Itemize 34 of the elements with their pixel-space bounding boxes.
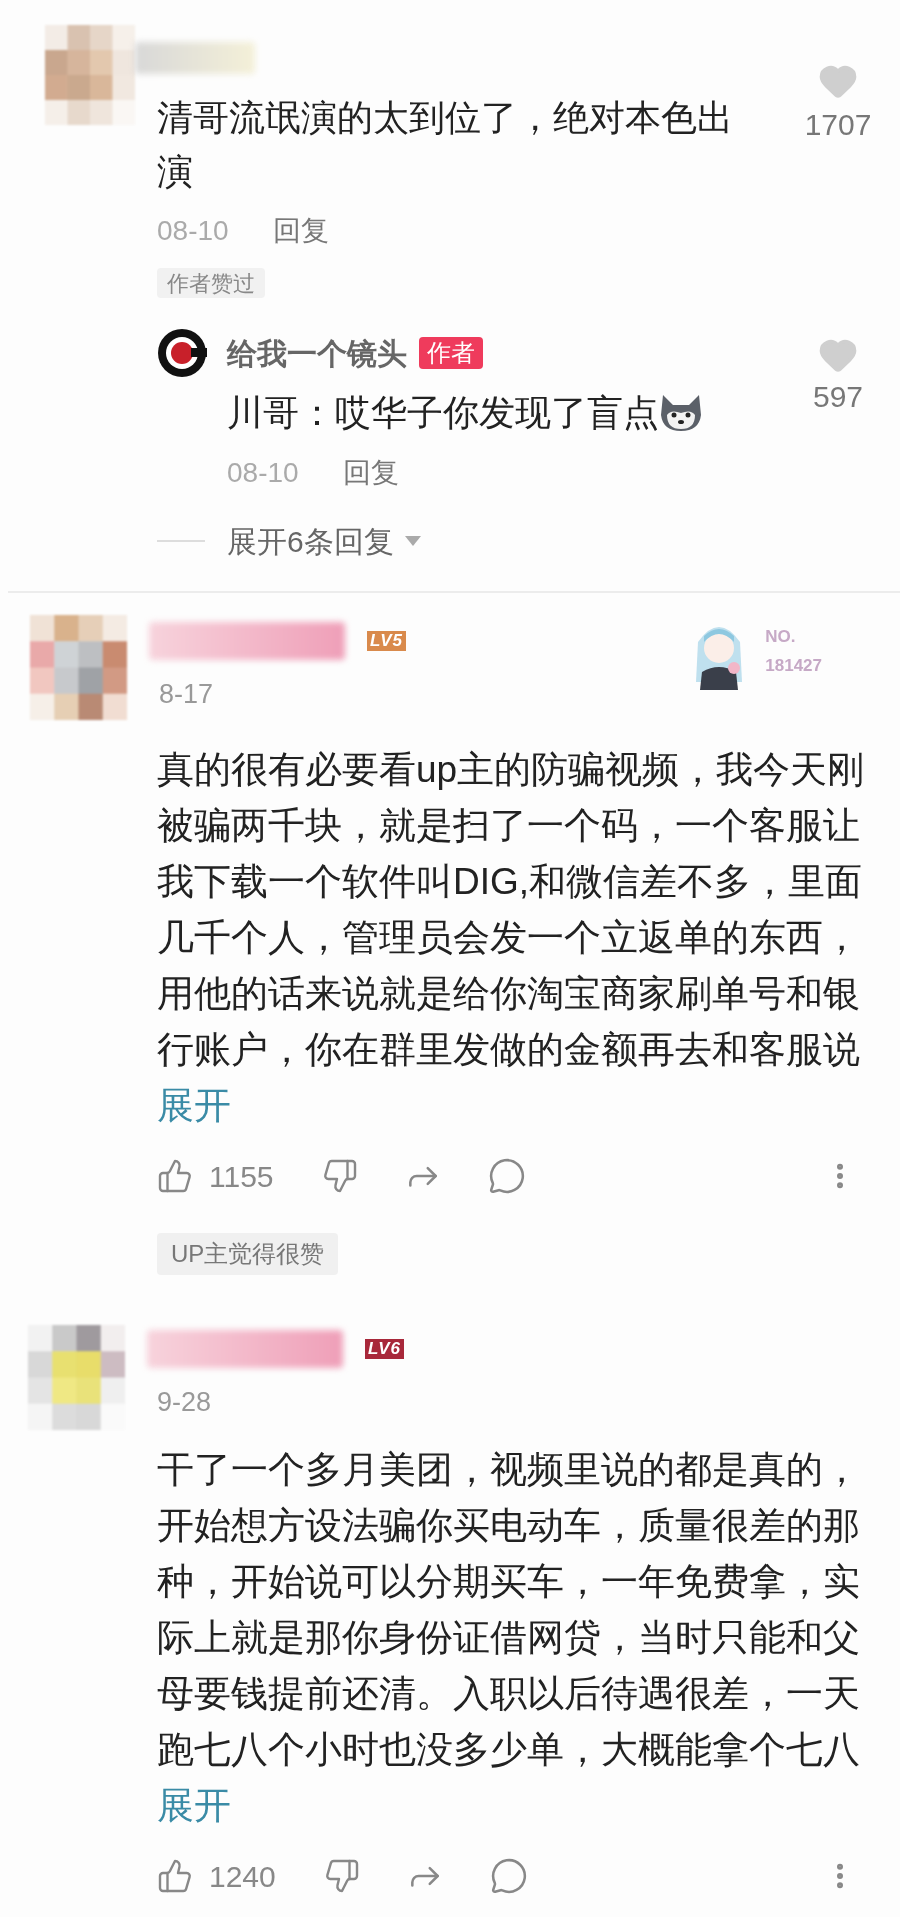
- thumbs-up-icon[interactable]: [157, 1858, 193, 1894]
- fan-badge-label: NO.: [765, 625, 797, 648]
- like-count: 1707: [804, 107, 872, 143]
- comment-icon[interactable]: [487, 1157, 526, 1195]
- caret-down-icon: [403, 535, 422, 547]
- comment-text: 清哥流氓演的太到位了，绝对本色出演: [157, 96, 734, 194]
- like-count: 597: [812, 379, 864, 415]
- like-count: 1155: [209, 1158, 274, 1195]
- dog-emoji-icon: [659, 393, 703, 433]
- fan-badge-number: 181427: [765, 655, 822, 677]
- level-badge: LV6: [365, 1339, 404, 1359]
- expand-link[interactable]: 展开: [157, 1078, 231, 1134]
- author-name[interactable]: 给我一个镜头: [227, 330, 407, 376]
- reply-text: 川哥：哎华子你发现了盲点: [227, 391, 659, 435]
- author-liked-tag: 作者赞过: [157, 268, 265, 298]
- comment-date: 8-17: [159, 678, 214, 711]
- comment-text: 真的很有必要看up主的防骗视频，我今天刚被骗两千块，就是扫了一个码，一个客服让我下载一个软件叫DIG,和微信差不多，里面几千个人，管理员会发一个立返单的东西，用他的话来说就是给你淘宝商家刷单号和银行账户，你在群里发做的金额再去和客服说: [157, 748, 866, 1072]
- comment-date: 9-28: [157, 1386, 212, 1419]
- reply-date: 08-10: [227, 456, 299, 490]
- avatar-icon: [157, 328, 207, 378]
- thumbs-up-icon[interactable]: [157, 1158, 193, 1194]
- level-badge: LV5: [367, 631, 406, 651]
- thumbs-down-icon[interactable]: [323, 1858, 360, 1894]
- up-liked-tag: UP主觉得很赞: [157, 1233, 339, 1275]
- comment-text: 干了一个多月美团，视频里说的都是真的，开始想方设法骗你买电动车，质量很差的那种，开始说可以分期买车，一年免费拿，实际上就是那你身份证借网贷，当时只能和父母要钱提前还清。入职以后待遇很差，一天跑七八个小时也没多少单，大概能拿个七八: [157, 1448, 861, 1772]
- like-count: 1240: [209, 1858, 276, 1895]
- reply-link[interactable]: 回复: [342, 452, 399, 494]
- author-tag: 作者: [419, 337, 483, 369]
- reply-link[interactable]: 回复: [272, 210, 329, 252]
- comment-icon[interactable]: [489, 1857, 528, 1895]
- expand-link[interactable]: 展开: [157, 1778, 231, 1834]
- comment-date: 08-10: [157, 214, 229, 248]
- expand-replies-link[interactable]: 展开6条回复: [227, 518, 394, 564]
- thumbs-down-icon[interactable]: [321, 1158, 358, 1194]
